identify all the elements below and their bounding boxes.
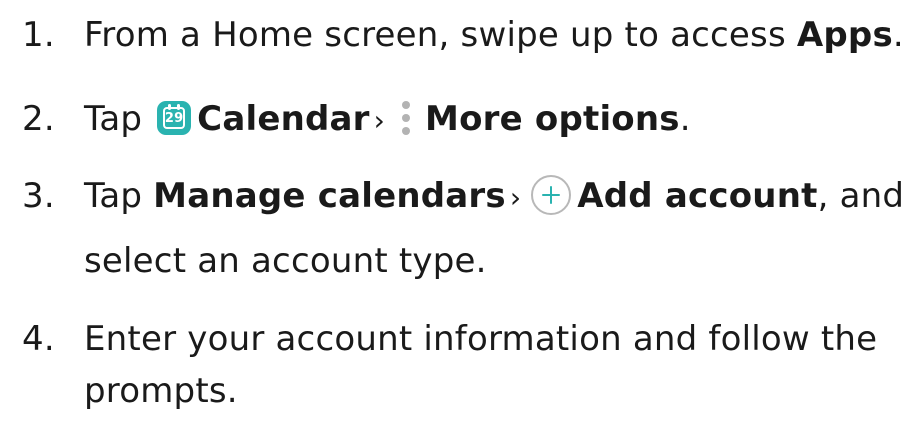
step-text: Tap 29 Calendar › More options.	[84, 90, 909, 150]
instruction-steps: 1. From a Home screen, swipe up to acces…	[0, 0, 913, 423]
add-account-icon	[531, 174, 572, 215]
manage-calendars-label: Manage calendars	[153, 176, 506, 216]
more-options-label: More options	[425, 99, 680, 139]
step-text: Tap Manage calendars › Add account, and	[84, 174, 905, 216]
chevron-separator: ›	[509, 181, 522, 214]
step-number: 3.	[22, 176, 55, 216]
chevron-separator: ›	[373, 104, 386, 137]
step-text: From a Home screen, swipe up to access A…	[84, 15, 904, 55]
step-number: 4.	[22, 319, 55, 359]
step-number: 1.	[22, 15, 55, 55]
add-account-label: Add account	[577, 176, 818, 216]
calendar-label: Calendar	[197, 99, 370, 139]
step-text: Enter your account information and follo…	[84, 319, 878, 359]
more-options-icon	[399, 97, 413, 139]
calendar-icon: 29	[157, 100, 192, 135]
step-number: 2.	[22, 99, 55, 139]
apps-label: Apps	[796, 15, 893, 55]
